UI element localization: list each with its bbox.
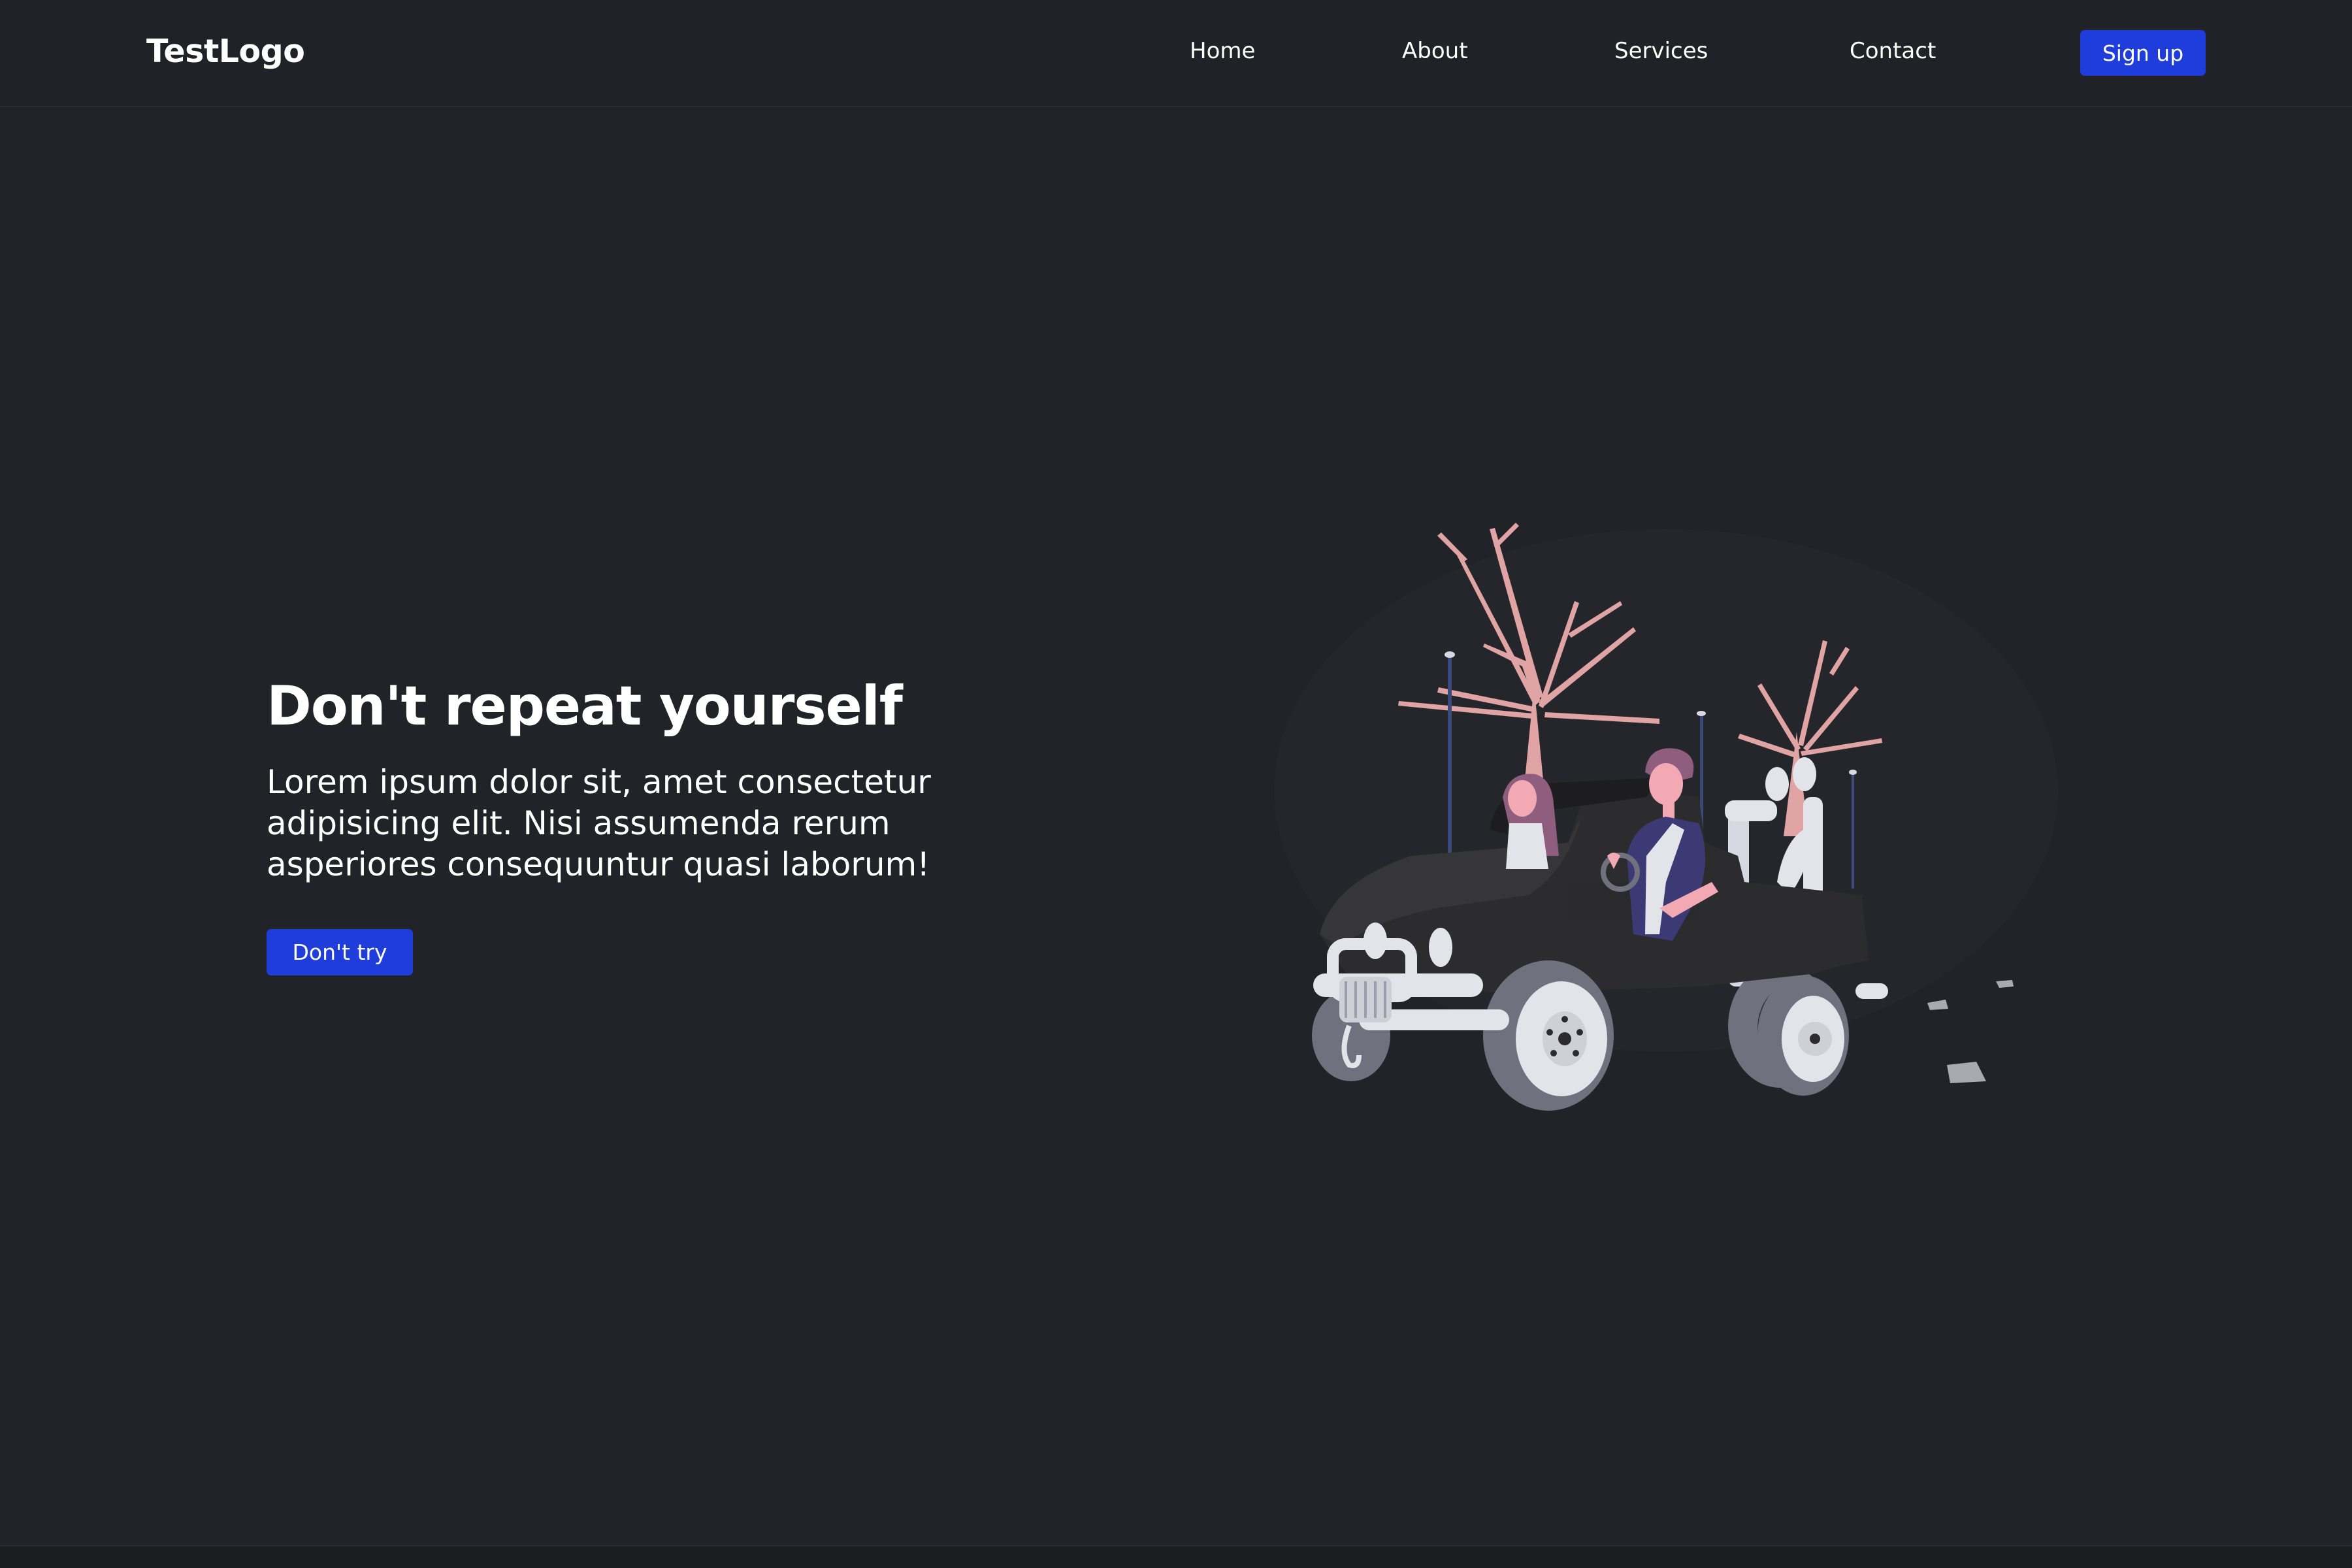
jeep-illustration <box>1274 523 2058 1111</box>
footer-strip <box>0 1546 2352 1568</box>
hero-description-line: Lorem ipsum dolor sit, amet consectetur <box>267 763 931 801</box>
top-navbar: TestLogo Home About Services Contact Sig… <box>0 0 2352 106</box>
hero-description: Lorem ipsum dolor sit, amet consectetur … <box>267 762 1070 885</box>
navbar-divider <box>0 106 2352 107</box>
nav-link-home[interactable]: Home <box>1190 38 1255 64</box>
front-wheel <box>1483 960 1614 1111</box>
nav-link-contact[interactable]: Contact <box>1850 38 1936 64</box>
nav-link-services[interactable]: Services <box>1614 38 1708 64</box>
hero-description-line: asperiores consequuntur quasi laborum! <box>267 845 930 883</box>
signup-button[interactable]: Sign up <box>2080 30 2206 76</box>
hero-title: Don't repeat yourself <box>267 674 903 738</box>
hero-description-line: adipisicing elit. Nisi assumenda rerum <box>267 804 890 842</box>
dont-try-button[interactable]: Don't try <box>267 929 413 975</box>
nav-link-about[interactable]: About <box>1402 38 1468 64</box>
site-logo[interactable]: TestLogo <box>146 33 305 70</box>
